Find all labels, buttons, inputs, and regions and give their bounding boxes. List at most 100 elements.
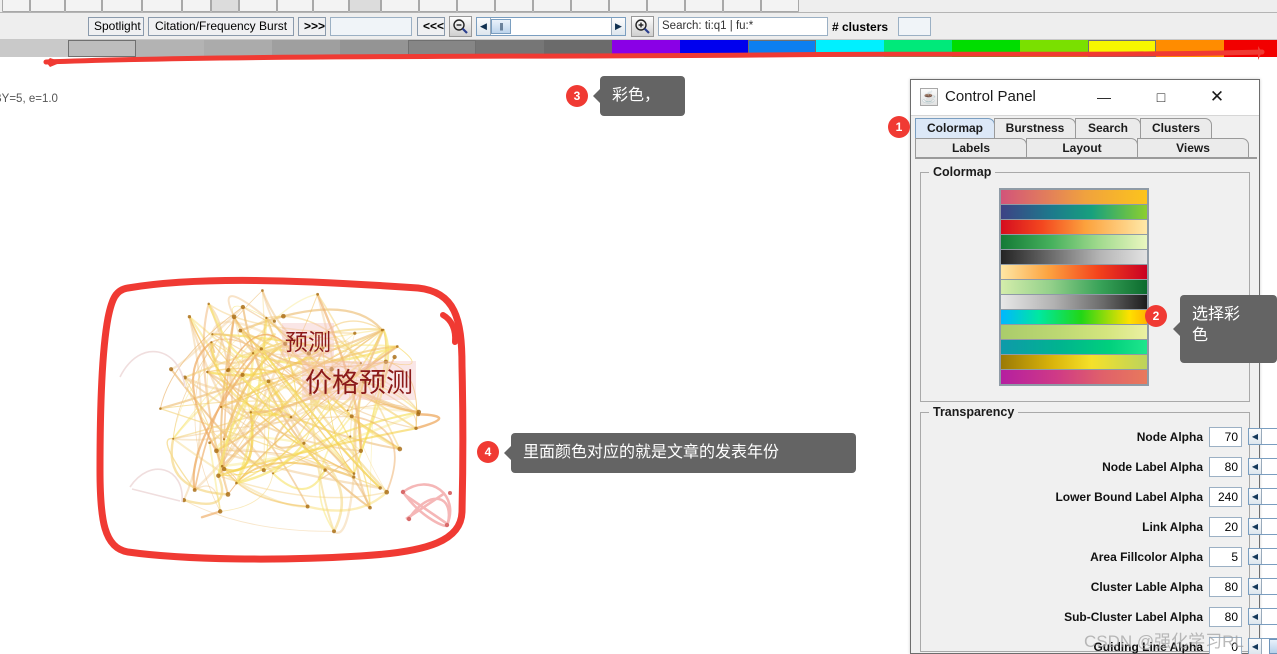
control-panel-titlebar[interactable]: ☕ Control Panel — □ ✕: [911, 80, 1259, 116]
colormap-swatch-white-black[interactable]: [1001, 295, 1147, 309]
menu-button[interactable]: [142, 0, 182, 12]
slider-left-arrow[interactable]: ◀: [1249, 489, 1262, 504]
transparency-value-input[interactable]: 20: [1209, 517, 1242, 537]
colormap-swatch-black-white-gray[interactable]: [1001, 250, 1147, 264]
colorbar-segment[interactable]: [272, 40, 340, 57]
tab-views[interactable]: Views: [1137, 138, 1249, 158]
colormap-swatch-cream-orange-red[interactable]: [1001, 265, 1147, 279]
menu-button[interactable]: [182, 0, 211, 12]
transparency-slider[interactable]: ◀|||▶: [1248, 608, 1277, 625]
close-button[interactable]: ✕: [1195, 80, 1239, 114]
menu-button[interactable]: [102, 0, 142, 12]
colorbar-segment[interactable]: [952, 40, 1020, 57]
control-panel-window[interactable]: ☕ Control Panel — □ ✕ Colormap Burstness…: [910, 79, 1277, 654]
colormap-swatch-olive-pale-yellow[interactable]: [1001, 325, 1147, 339]
transparency-value-input[interactable]: 70: [1209, 427, 1242, 447]
colorbar-segment[interactable]: [1224, 40, 1277, 57]
menu-button[interactable]: [761, 0, 799, 12]
tab-clusters[interactable]: Clusters: [1140, 118, 1212, 138]
spotlight-button[interactable]: Spotlight: [88, 17, 144, 36]
threshold-input[interactable]: [330, 17, 412, 36]
maximize-button[interactable]: □: [1139, 80, 1183, 114]
tab-labels[interactable]: Labels: [915, 138, 1027, 158]
menu-button-selected[interactable]: [211, 0, 239, 12]
menu-button[interactable]: [495, 0, 533, 12]
slider-left-arrow[interactable]: ◀: [1249, 579, 1262, 594]
transparency-value-input[interactable]: 240: [1209, 487, 1242, 507]
colormap-swatch-red-orange-cream[interactable]: [1001, 220, 1147, 234]
colorbar-segment[interactable]: [612, 40, 680, 57]
colormap-swatch-list[interactable]: [999, 188, 1149, 386]
menu-button[interactable]: [457, 0, 495, 12]
zoom-in-icon[interactable]: [631, 16, 654, 37]
menu-button-selected[interactable]: [349, 0, 381, 12]
colorbar-segment[interactable]: [204, 40, 272, 57]
slider-left-arrow[interactable]: ◀: [1249, 519, 1262, 534]
transparency-slider[interactable]: ◀|||▶: [1248, 578, 1277, 595]
colormap-swatch-navy-teal-green[interactable]: [1001, 205, 1147, 219]
menu-button[interactable]: [381, 0, 419, 12]
colormap-swatch-lightgreen-darkgreen[interactable]: [1001, 280, 1147, 294]
colorbar-segment[interactable]: [0, 40, 68, 57]
zoom-out-icon[interactable]: [449, 16, 472, 37]
tab-search[interactable]: Search: [1075, 118, 1141, 138]
minimize-button[interactable]: —: [1082, 80, 1126, 114]
menu-button[interactable]: [419, 0, 457, 12]
slider-left-arrow[interactable]: ◀: [1249, 639, 1262, 654]
slider-left-arrow[interactable]: ◀: [1249, 429, 1262, 444]
menu-button[interactable]: [239, 0, 277, 12]
slider-left-arrow[interactable]: ◀: [1249, 549, 1262, 564]
colorbar-segment[interactable]: [476, 40, 544, 57]
tab-colormap[interactable]: Colormap: [915, 118, 995, 138]
back-button[interactable]: <<<: [417, 17, 445, 36]
tab-layout[interactable]: Layout: [1026, 138, 1138, 158]
menu-button[interactable]: [723, 0, 761, 12]
transparency-slider[interactable]: ◀|||▶: [1248, 488, 1277, 505]
menu-button[interactable]: [30, 0, 65, 12]
transparency-slider[interactable]: ◀|||▶: [1248, 548, 1277, 565]
menu-button[interactable]: [313, 0, 349, 12]
clusters-input[interactable]: [898, 17, 931, 36]
colormap-swatch-darkgreen-lightgreen[interactable]: [1001, 235, 1147, 249]
transparency-value-input[interactable]: 80: [1209, 577, 1242, 597]
menu-button[interactable]: [277, 0, 313, 12]
colormap-swatch-gold-yellow-olive[interactable]: [1001, 355, 1147, 369]
forward-button[interactable]: >>>: [298, 17, 326, 36]
menu-button[interactable]: [647, 0, 685, 12]
transparency-value-input[interactable]: 5: [1209, 547, 1242, 567]
tab-burstness[interactable]: Burstness: [994, 118, 1076, 138]
colorbar-segment[interactable]: [340, 40, 408, 57]
colorbar-segment[interactable]: [408, 40, 476, 57]
search-input[interactable]: Search: ti:q1 | fu:*: [658, 17, 828, 36]
colorbar-segment[interactable]: [68, 40, 136, 57]
scrollbar-thumb[interactable]: |||: [491, 19, 511, 34]
slider-left-arrow[interactable]: ◀: [1249, 459, 1262, 474]
menu-button[interactable]: [609, 0, 647, 12]
colorbar-segment[interactable]: [1020, 40, 1088, 57]
menu-button[interactable]: [533, 0, 571, 12]
menu-button[interactable]: [65, 0, 102, 12]
timeline-colorbar[interactable]: [0, 40, 1277, 57]
transparency-value-input[interactable]: 80: [1209, 607, 1242, 627]
colorbar-segment[interactable]: [884, 40, 952, 57]
colormap-swatch-magenta-salmon[interactable]: [1001, 370, 1147, 384]
colorbar-segment[interactable]: [1088, 40, 1156, 57]
colorbar-segment[interactable]: [680, 40, 748, 57]
menu-button[interactable]: [2, 0, 30, 12]
transparency-slider[interactable]: ◀|||▶: [1248, 428, 1277, 445]
colorbar-segment[interactable]: [136, 40, 204, 57]
slider-thumb[interactable]: |||: [1268, 639, 1277, 654]
transparency-value-input[interactable]: 80: [1209, 457, 1242, 477]
colorbar-segment[interactable]: [544, 40, 612, 57]
menu-button[interactable]: [685, 0, 723, 12]
colormap-swatch-teal-emerald[interactable]: [1001, 340, 1147, 354]
colorbar-segment[interactable]: [1156, 40, 1224, 57]
colorbar-segment[interactable]: [748, 40, 816, 57]
menu-button[interactable]: [571, 0, 609, 12]
scrollbar-right-arrow[interactable]: ▶: [611, 18, 625, 35]
colormap-swatch-cyan-green-yellow[interactable]: [1001, 310, 1147, 324]
slider-left-arrow[interactable]: ◀: [1249, 609, 1262, 624]
scale-scrollbar[interactable]: ◀ ||| ▶: [476, 17, 626, 36]
transparency-slider[interactable]: ◀|||▶: [1248, 518, 1277, 535]
colorbar-segment[interactable]: [816, 40, 884, 57]
